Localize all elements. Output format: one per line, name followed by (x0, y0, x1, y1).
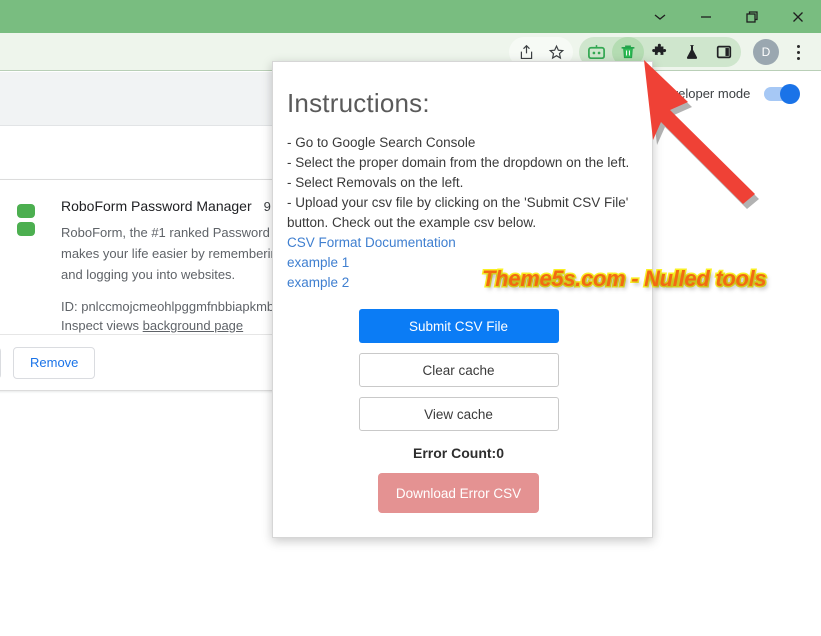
kebab-dot (796, 44, 800, 48)
view-cache-button[interactable]: View cache (358, 397, 559, 431)
remove-button[interactable]: Remove (13, 346, 96, 379)
download-error-csv-button[interactable]: Download Error CSV (378, 473, 539, 513)
instruction-line: - Upload your csv file by clicking on th… (287, 195, 629, 230)
details-button[interactable]: s (0, 346, 1, 379)
instruction-line: - Go to Google Search Console (287, 135, 476, 150)
sidepanel-icon[interactable] (708, 37, 740, 67)
background-page-link[interactable]: background page (143, 318, 243, 333)
browser-window: Developer mode RoboForm Password Manager… (0, 0, 821, 636)
watermark-text: Theme5s.com - Nulled tools (480, 265, 768, 293)
flask-icon[interactable] (676, 37, 708, 67)
instruction-line: - Select Removals on the left. (287, 175, 464, 190)
error-count-label: Error Count:0 (413, 445, 504, 461)
instruction-line: - Select the proper domain from the drop… (287, 155, 630, 170)
extension-popup-panel: Instructions: - Go to Google Search Cons… (272, 61, 653, 538)
instructions-title: Instructions: (287, 88, 430, 118)
restore-icon[interactable] (729, 0, 775, 33)
developer-mode-control[interactable]: Developer mode (655, 83, 801, 104)
developer-mode-label: Developer mode (655, 86, 751, 101)
window-titlebar[interactable] (0, 0, 821, 33)
profile-avatar[interactable]: D (753, 39, 779, 65)
kebab-dot (796, 56, 800, 60)
csv-format-documentation-link[interactable]: CSV Format Documentation (287, 233, 630, 253)
close-icon[interactable] (775, 0, 821, 33)
inspect-views-label: Inspect views (61, 318, 140, 333)
roboform-logo-icon (9, 202, 45, 238)
popup-actions: Submit CSV File Clear cache View cache E… (287, 309, 630, 513)
submit-csv-file-button[interactable]: Submit CSV File (358, 309, 559, 343)
kebab-menu-icon[interactable] (785, 37, 811, 67)
extension-name: RoboForm Password Manager (61, 198, 252, 214)
kebab-dot (796, 50, 800, 54)
toggle-knob (780, 83, 801, 104)
clear-cache-button[interactable]: Clear cache (358, 353, 559, 387)
minimize-icon[interactable] (683, 0, 729, 33)
window-controls (637, 0, 821, 33)
developer-mode-toggle[interactable] (764, 83, 801, 104)
chevron-down-icon[interactable] (637, 0, 683, 33)
